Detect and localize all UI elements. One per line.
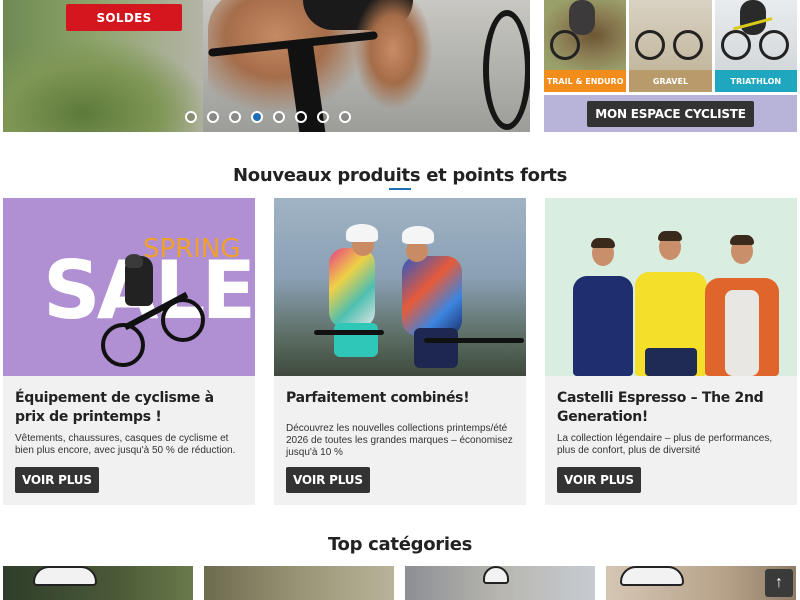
bike-wheel	[161, 298, 205, 342]
tile-label: TRIATHLON	[714, 70, 797, 92]
tile-triathlon[interactable]: TRIATHLON	[714, 0, 797, 92]
tile-bike-wheel	[720, 30, 751, 60]
carousel-dot[interactable]	[339, 111, 351, 123]
carousel-dot-active[interactable]	[251, 111, 263, 123]
section-title-top-categories: Top catégories	[327, 534, 473, 555]
model-bib	[725, 290, 759, 376]
carousel-dot[interactable]	[273, 111, 285, 123]
cyclist-helmet-left	[346, 224, 378, 242]
section-title-underline	[389, 188, 411, 190]
bike-handlebar	[424, 338, 524, 343]
tile-bike-wheel	[550, 30, 580, 60]
hero-grass-bg	[3, 40, 203, 132]
cyclist-jersey-left	[329, 248, 375, 328]
product-card: SPRING SALE Équipement de cyclisme à pri…	[3, 198, 255, 505]
card-image-castelli[interactable]	[545, 198, 797, 376]
carousel-dot[interactable]	[229, 111, 241, 123]
cyclist-jersey-right	[402, 256, 462, 336]
hero-bike-wheel	[483, 10, 530, 130]
soldes-button[interactable]: SOLDES	[66, 4, 182, 31]
tile-rider	[569, 0, 595, 35]
carousel-dot[interactable]	[207, 111, 219, 123]
category-helmet	[33, 566, 97, 586]
product-card: Parfaitement combinés! Découvrez les nou…	[274, 198, 526, 505]
rider-helmet	[125, 254, 143, 268]
card-description: Découvrez les nouvelles collections prin…	[286, 423, 513, 458]
tile-trail-enduro[interactable]: TRAIL & ENDURO	[544, 0, 627, 92]
cyclist-shorts-left	[334, 323, 378, 357]
tile-label: TRAIL & ENDURO	[544, 70, 627, 92]
cyclist-shorts-right	[414, 328, 458, 368]
hero-banner[interactable]: SOLDES	[3, 0, 530, 132]
category-helmet	[620, 566, 684, 586]
carousel-dot[interactable]	[295, 111, 307, 123]
bike-handlebar	[314, 330, 384, 335]
arrow-up-icon: ↑	[775, 574, 783, 591]
tile-gravel[interactable]: GRAVEL	[629, 0, 712, 92]
card-description: La collection légendaire – plus de perfo…	[557, 433, 773, 456]
model-hair	[730, 235, 754, 245]
category-card[interactable]	[204, 566, 394, 600]
cyclist-helmet-right	[402, 226, 434, 244]
category-card[interactable]	[405, 566, 595, 600]
category-card[interactable]	[3, 566, 193, 600]
product-card: Castelli Espresso – The 2nd Generation! …	[545, 198, 797, 505]
category-image	[3, 566, 193, 600]
back-to-top-button[interactable]: ↑	[765, 569, 793, 597]
card-title[interactable]: Équipement de cyclisme à prix de printem…	[15, 389, 245, 427]
carousel-dot[interactable]	[317, 111, 329, 123]
carousel-dot[interactable]	[185, 111, 197, 123]
model-navy-kit	[573, 276, 633, 376]
model-hair	[591, 238, 615, 248]
bike-wheel	[101, 323, 145, 367]
carousel-dots	[185, 111, 351, 123]
tile-label: GRAVEL	[629, 70, 712, 92]
voir-plus-button[interactable]: VOIR PLUS	[286, 467, 370, 493]
model-shorts	[645, 348, 697, 376]
section-title-new-products: Nouveaux produits et points forts	[233, 165, 567, 186]
card-image-spring-sale[interactable]: SPRING SALE	[3, 198, 255, 376]
tile-bike-wheel	[758, 30, 789, 60]
hero-rider-legs	[353, 0, 433, 110]
card-image-cyclists[interactable]	[274, 198, 526, 376]
voir-plus-button[interactable]: VOIR PLUS	[557, 467, 641, 493]
model-hair	[658, 231, 682, 241]
category-image	[204, 566, 394, 600]
card-title[interactable]: Parfaitement combinés!	[286, 389, 516, 408]
category-tiles: TRAIL & ENDURO GRAVEL TRIATHLON	[544, 0, 797, 92]
card-title[interactable]: Castelli Espresso – The 2nd Generation!	[557, 389, 787, 427]
card-description: Vêtements, chaussures, casques de cyclis…	[15, 433, 236, 456]
mon-espace-cycliste-button[interactable]: MON ESPACE CYCLISTE	[587, 100, 754, 127]
voir-plus-button[interactable]: VOIR PLUS	[15, 467, 99, 493]
espace-panel: MON ESPACE CYCLISTE	[544, 95, 797, 132]
